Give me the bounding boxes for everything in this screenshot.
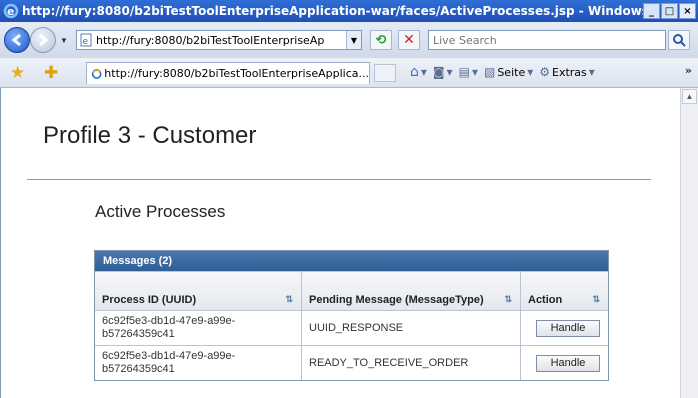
svg-text:e: e — [83, 37, 89, 47]
process-id-value: 6c92f5e3-db1d-47e9-a99e-b57264359c41 — [102, 350, 236, 375]
stop-icon: ✕ — [403, 32, 415, 48]
home-button[interactable]: ⌂ ▾ — [410, 64, 427, 80]
address-dropdown-button[interactable]: ▼ — [346, 31, 361, 49]
vertical-scrollbar[interactable]: ▲ — [680, 88, 698, 398]
column-header-label: Process ID (UUID) — [102, 294, 197, 306]
minimize-button[interactable]: _ — [643, 3, 660, 19]
sort-arrows-icon[interactable]: ⇅ — [285, 294, 293, 305]
tab-active[interactable]: http://fury:8080/b2biTestToolEnterpriseA… — [86, 62, 370, 84]
refresh-button[interactable]: ⟲ — [370, 30, 392, 50]
process-id-cell: 6c92f5e3-db1d-47e9-a99e-b57264359c41 — [95, 346, 302, 380]
window-title: http://fury:8080/b2biTestToolEnterpriseA… — [22, 4, 643, 18]
sort-arrows-icon[interactable]: ⇅ — [504, 294, 512, 305]
add-favorite-button[interactable]: ✚ — [44, 63, 58, 83]
action-cell: Handle — [521, 346, 608, 380]
maximize-button[interactable]: □ — [661, 3, 678, 19]
divider — [27, 179, 651, 180]
process-id-cell: 6c92f5e3-db1d-47e9-a99e-b57264359c41 — [95, 311, 302, 345]
printer-icon: ▤ — [458, 65, 470, 79]
messages-table: Messages (2) Process ID (UUID) ⇅ Pending… — [94, 250, 609, 381]
rss-icon: ◙ — [432, 65, 445, 79]
close-window-button[interactable]: × — [679, 3, 696, 19]
table-row: 6c92f5e3-db1d-47e9-a99e-b57264359c41 REA… — [95, 345, 608, 380]
stop-button[interactable]: ✕ — [398, 30, 420, 50]
gear-icon: ⚙ — [539, 65, 551, 79]
handle-button[interactable]: Handle — [536, 354, 600, 372]
search-input[interactable] — [428, 30, 666, 50]
tabs-toolbar: ★ ✚ http://fury:8080/b2biTestToolEnterpr… — [0, 58, 698, 88]
home-icon: ⌂ — [410, 64, 419, 80]
table-header-row: Process ID (UUID) ⇅ Pending Message (Mes… — [95, 271, 608, 310]
pending-message-value: READY_TO_RECEIVE_ORDER — [309, 357, 469, 369]
table-row: 6c92f5e3-db1d-47e9-a99e-b57264359c41 UUI… — [95, 310, 608, 345]
address-bar[interactable]: e http://fury:8080/b2biTestToolEnterpris… — [76, 30, 362, 50]
add-favorite-icon: ✚ — [44, 63, 59, 82]
window-title-bar: e http://fury:8080/b2biTestToolEnterpris… — [0, 0, 698, 22]
column-header-process-id[interactable]: Process ID (UUID) ⇅ — [95, 272, 302, 310]
scroll-up-button[interactable]: ▲ — [682, 89, 697, 104]
magnifier-icon — [673, 34, 686, 47]
pending-message-cell: UUID_RESPONSE — [302, 311, 521, 345]
history-dropdown[interactable]: ▼ — [60, 36, 68, 45]
star-icon: ★ — [10, 63, 26, 82]
ie-icon: e — [3, 3, 19, 19]
search-button[interactable] — [668, 30, 690, 50]
address-text: http://fury:8080/b2biTestToolEnterpriseA… — [96, 33, 325, 47]
pending-message-cell: READY_TO_RECEIVE_ORDER — [302, 346, 521, 380]
back-button[interactable] — [4, 27, 30, 53]
page-menu[interactable]: ▧ Seite ▾ — [484, 65, 533, 79]
refresh-icon: ⟲ — [375, 32, 387, 48]
toolbar-overflow-button[interactable]: » — [685, 64, 692, 77]
action-cell: Handle — [521, 311, 608, 345]
navigation-toolbar: ▼ e http://fury:8080/b2biTestToolEnterpr… — [0, 22, 698, 58]
process-id-value: 6c92f5e3-db1d-47e9-a99e-b57264359c41 — [102, 315, 236, 340]
extras-menu-label: Extras — [552, 65, 587, 79]
feeds-button[interactable]: ◙ ▾ — [433, 65, 453, 79]
page-icon: e — [80, 33, 92, 47]
svg-text:e: e — [7, 5, 14, 18]
column-header-label: Action — [528, 294, 563, 306]
column-header-action[interactable]: Action ⇅ — [521, 272, 608, 310]
ie-tab-icon — [91, 68, 102, 79]
section-title: Active Processes — [95, 202, 226, 221]
sort-arrows-icon[interactable]: ⇅ — [592, 294, 600, 305]
tab-label: http://fury:8080/b2biTestToolEnterpriseA… — [104, 67, 369, 80]
table-caption: Messages (2) — [95, 251, 608, 271]
page-menu-label: Seite — [497, 65, 526, 79]
favorites-center-button[interactable]: ★ — [10, 63, 25, 83]
new-tab-button[interactable] — [374, 64, 396, 82]
forward-button[interactable] — [30, 27, 56, 53]
handle-button[interactable]: Handle — [536, 319, 600, 337]
pending-message-value: UUID_RESPONSE — [309, 322, 404, 334]
page-icon: ▧ — [483, 65, 496, 79]
page-title: Profile 3 - Customer — [43, 122, 257, 149]
forward-arrow-icon — [39, 33, 49, 47]
back-arrow-icon — [11, 33, 21, 47]
extras-menu[interactable]: ⚙ Extras ▾ — [539, 65, 595, 79]
column-header-pending-message[interactable]: Pending Message (MessageType) ⇅ — [302, 272, 521, 310]
column-header-label: Pending Message (MessageType) — [309, 294, 484, 306]
print-button[interactable]: ▤ ▾ — [459, 65, 478, 79]
